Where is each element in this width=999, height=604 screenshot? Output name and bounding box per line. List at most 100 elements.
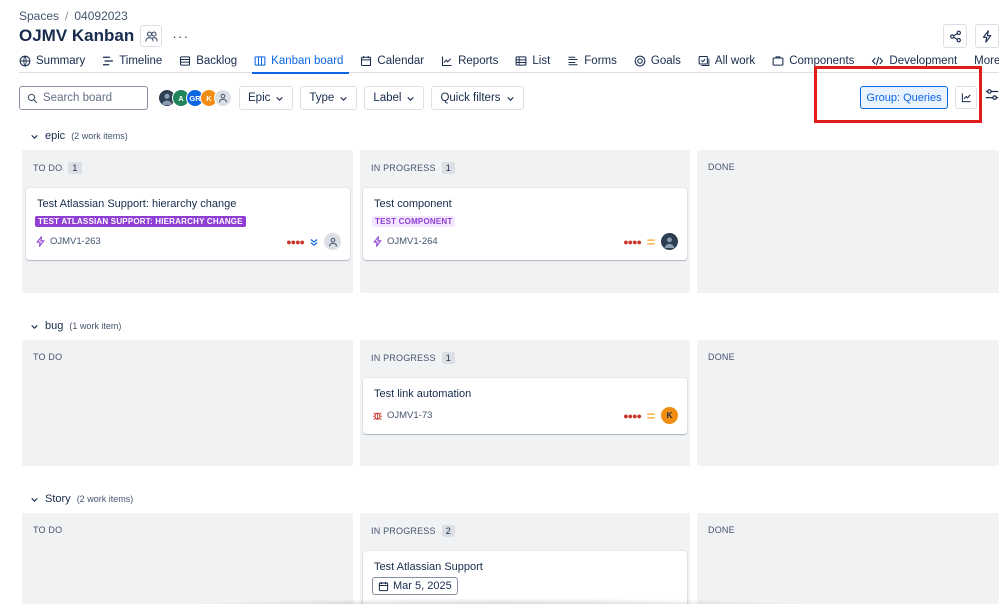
tab-goals[interactable]: Goals	[634, 49, 689, 73]
column-count: 1	[68, 162, 82, 174]
scroll-shadow	[150, 598, 849, 604]
tab-kanban-board[interactable]: Kanban board	[252, 49, 351, 74]
column-name: DONE	[708, 525, 735, 535]
issue-card[interactable]: Test Atlassian Support: hierarchy change…	[26, 188, 350, 260]
globe-icon	[19, 55, 31, 67]
card-meta: ●●●●	[623, 233, 678, 250]
filter-label: Quick filters	[440, 92, 501, 104]
lightning-icon	[982, 29, 991, 43]
issue-card[interactable]: Test Atlassian Support Mar 5, 2025	[363, 551, 687, 604]
due-date-chip[interactable]: Mar 5, 2025	[372, 577, 458, 595]
assignee-avatar[interactable]	[661, 233, 678, 250]
epic-label[interactable]: TEST ATLASSIAN SUPPORT: HIERARCHY CHANGE	[35, 216, 246, 227]
dots-indicator: ●●●●	[286, 236, 305, 247]
column-count: 1	[441, 162, 455, 174]
card-title: Test Atlassian Support	[374, 561, 483, 573]
label-filter-button[interactable]: Label	[364, 86, 425, 110]
top-right-actions	[943, 24, 999, 48]
column-count: 1	[441, 352, 455, 364]
column-name: IN PROGRESS	[371, 526, 436, 536]
share-icon	[949, 30, 961, 42]
swimlane-name: bug	[45, 320, 64, 332]
tab-label: Calendar	[377, 55, 425, 67]
breadcrumb-spaces[interactable]: Spaces	[19, 9, 59, 23]
dots-indicator: ●●●●	[623, 236, 642, 247]
tab-label: Summary	[36, 55, 86, 67]
backlog-icon	[180, 56, 191, 66]
breadcrumb-separator: /	[65, 9, 69, 23]
team-icon	[144, 30, 158, 41]
share-button[interactable]	[943, 24, 967, 48]
more-actions-button[interactable]: ···	[172, 28, 189, 44]
issue-key: OJMV1-263	[50, 236, 101, 247]
tab-label: Timeline	[119, 55, 163, 67]
column-in-progress: IN PROGRESS 2 Test Atlassian Support Mar…	[360, 513, 690, 604]
assignee-avatar-k[interactable]: K	[661, 407, 678, 424]
automation-button[interactable]	[975, 24, 999, 48]
tab-all-work[interactable]: All work	[698, 49, 763, 73]
card-title: Test Atlassian Support: hierarchy change	[37, 198, 237, 210]
chevron-down-icon	[506, 96, 514, 101]
tab-reports[interactable]: Reports	[441, 49, 506, 73]
chevron-down-icon	[31, 497, 38, 502]
column-in-progress: IN PROGRESS 1 Test component TEST COMPON…	[360, 150, 690, 293]
type-filter-button[interactable]: Type	[300, 86, 358, 110]
column-name: TO DO	[33, 163, 63, 173]
component-label[interactable]: TEST COMPONENT	[372, 216, 456, 227]
tab-label: Backlog	[196, 55, 238, 67]
swimlane-header-epic[interactable]: epic (2 work items)	[30, 130, 128, 142]
tab-calendar[interactable]: Calendar	[360, 49, 432, 73]
column-header: IN PROGRESS 1	[371, 162, 455, 174]
column-name: IN PROGRESS	[371, 353, 436, 363]
chevron-down-icon	[276, 96, 284, 101]
components-icon	[772, 56, 784, 66]
avatar-unassigned[interactable]	[214, 89, 232, 107]
timeline-icon	[103, 56, 114, 66]
filter-label: Type	[309, 92, 335, 104]
forms-icon	[568, 56, 578, 66]
tab-timeline[interactable]: Timeline	[102, 49, 170, 73]
card-key[interactable]: OJMV1-264	[372, 236, 438, 247]
column-in-progress: IN PROGRESS 1 Test link automation OJMV1…	[360, 340, 690, 466]
board-icon	[254, 56, 266, 66]
column-todo: TO DO 1 Test Atlassian Support: hierarch…	[22, 150, 353, 293]
issue-card[interactable]: Test link automation OJMV1-73 ●●●● K	[363, 378, 687, 434]
column-done: DONE	[697, 513, 999, 604]
chevron-down-icon	[31, 134, 38, 139]
chevron-down-icon	[31, 324, 38, 329]
quick-filters-button[interactable]: Quick filters	[431, 86, 524, 110]
page-title: OJMV Kanban	[19, 26, 135, 45]
card-meta: ●●●●	[286, 233, 341, 250]
swimlane-header-bug[interactable]: bug (1 work item)	[30, 320, 121, 332]
card-title: Test component	[374, 198, 452, 210]
epic-lightning-icon	[373, 236, 382, 247]
tab-summary[interactable]: Summary	[19, 49, 93, 73]
tab-forms[interactable]: Forms	[567, 49, 625, 73]
epic-filter-button[interactable]: Epic	[239, 86, 294, 110]
column-header: DONE	[708, 525, 735, 535]
tab-label: Kanban board	[271, 55, 344, 67]
team-button[interactable]	[140, 25, 163, 47]
calendar-icon	[361, 56, 372, 67]
card-key[interactable]: OJMV1-263	[35, 236, 101, 247]
column-todo: TO DO	[22, 340, 353, 466]
column-name: TO DO	[33, 352, 63, 362]
person-photo-icon	[664, 237, 675, 248]
search-board-input[interactable]: Search board	[19, 86, 148, 110]
breadcrumb-project[interactable]: 04092023	[74, 9, 127, 23]
unassigned-avatar[interactable]	[324, 233, 341, 250]
tab-list[interactable]: List	[515, 49, 558, 73]
breadcrumb: Spaces / 04092023	[19, 9, 128, 23]
card-key[interactable]: OJMV1-73	[372, 410, 432, 421]
issue-card[interactable]: Test component TEST COMPONENT OJMV1-264 …	[363, 188, 687, 260]
tab-backlog[interactable]: Backlog	[179, 49, 245, 73]
goals-icon	[634, 55, 646, 67]
column-name: DONE	[708, 352, 735, 362]
swimlane-name: epic	[45, 130, 66, 142]
dots-indicator: ●●●●	[623, 410, 642, 421]
tab-label: All work	[714, 55, 756, 67]
view-settings-button[interactable]	[985, 88, 999, 105]
swimlane-header-story[interactable]: Story (2 work items)	[30, 493, 133, 505]
swimlane-count: (2 work items)	[76, 494, 134, 504]
due-date: Mar 5, 2025	[393, 580, 452, 592]
